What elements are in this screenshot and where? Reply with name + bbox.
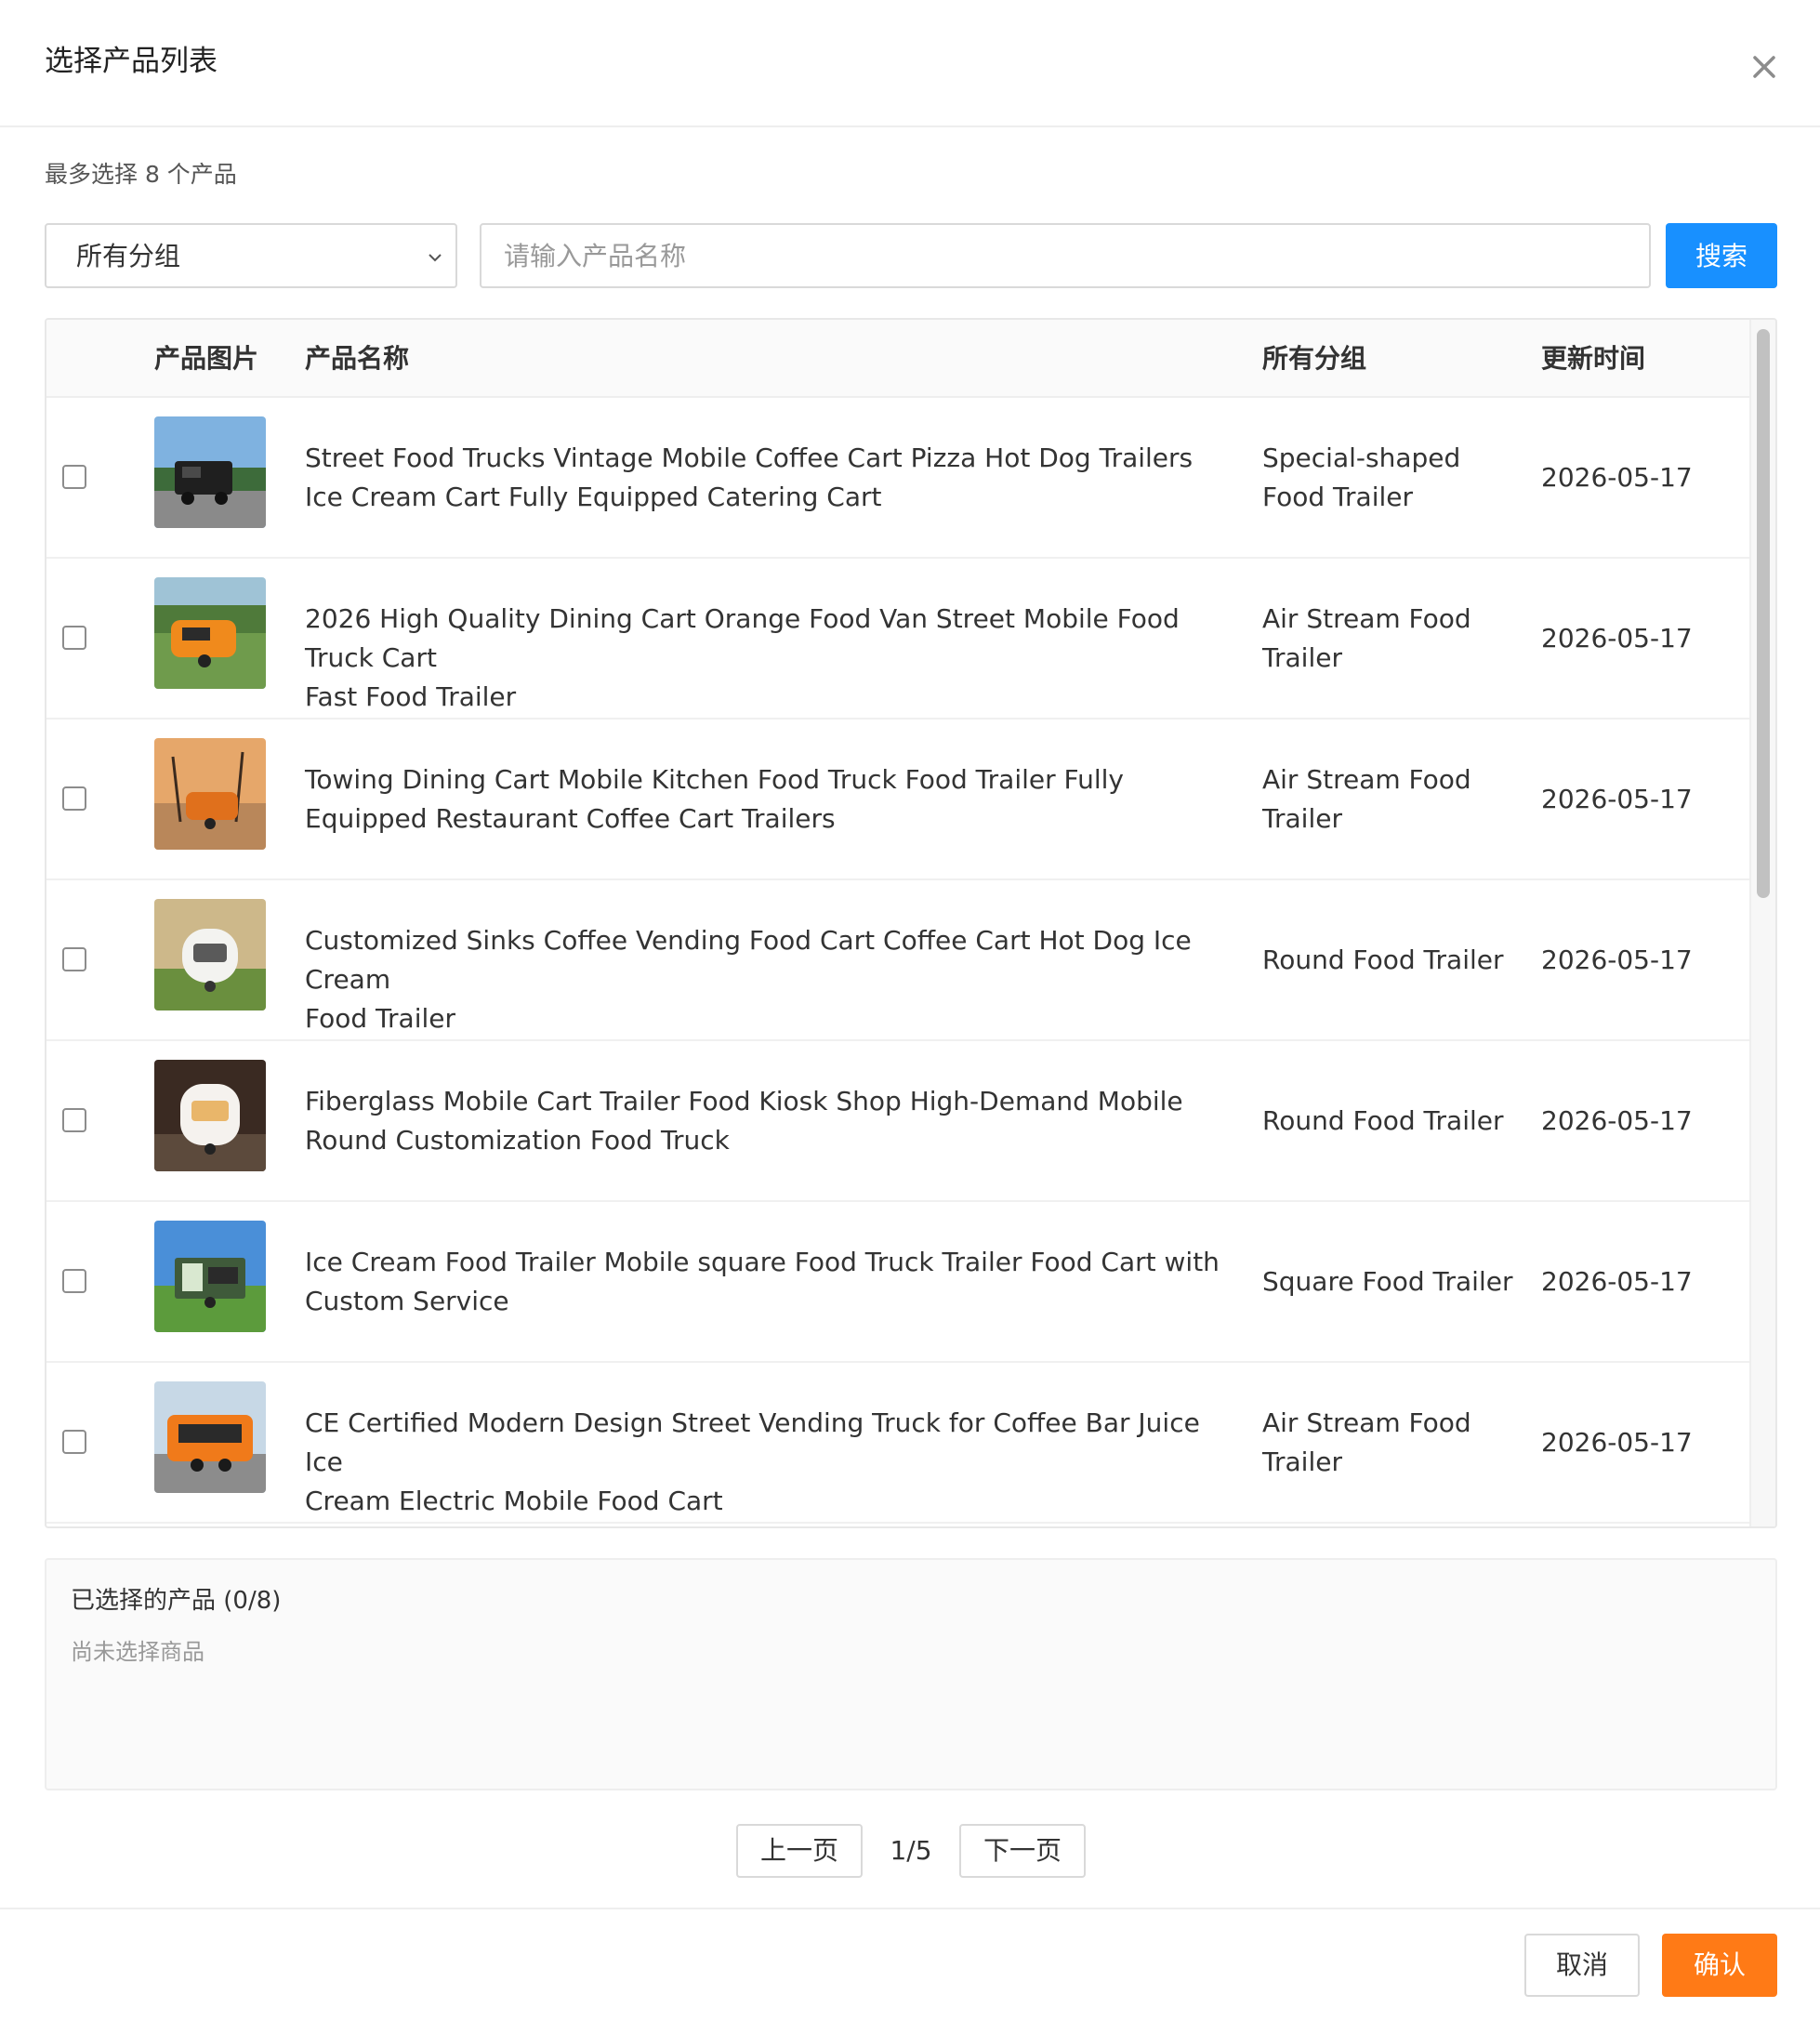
updated-date: 2026-05-17 [1541, 944, 1693, 975]
row-checkbox[interactable] [62, 1269, 86, 1293]
updated-date: 2026-05-17 [1541, 1105, 1693, 1136]
product-group: Square Food Trailer [1262, 1266, 1513, 1297]
dialog-footer: 取消 确认 [0, 1908, 1820, 2021]
table-row: Customized Sinks Coffee Vending Food Car… [46, 880, 1749, 1041]
product-group: Round Food Trailer [1262, 1105, 1504, 1136]
product-group: Round Food Trailer [1262, 944, 1504, 975]
product-name[interactable]: Ice Cream Food Trailer Mobile square Foo… [305, 1243, 1234, 1321]
product-thumbnail[interactable] [154, 899, 266, 1010]
product-thumbnail[interactable] [154, 738, 266, 850]
product-name[interactable]: CE Certified Modern Design Street Vendin… [305, 1404, 1234, 1521]
max-selection-hint: 最多选择 8 个产品 [45, 161, 237, 188]
table-body: Street Food Trucks Vintage Mobile Coffee… [46, 398, 1749, 1524]
next-page-button[interactable]: 下一页 [959, 1824, 1086, 1878]
dialog-header: 选择产品列表 [0, 0, 1820, 127]
table-row: 2026 High Quality Dining Cart Orange Foo… [46, 559, 1749, 720]
row-checkbox[interactable] [62, 1430, 86, 1454]
table-row: Towing Dining Cart Mobile Kitchen Food T… [46, 720, 1749, 880]
close-icon[interactable] [1746, 48, 1783, 86]
search-button[interactable]: 搜索 [1666, 223, 1777, 288]
updated-date: 2026-05-17 [1541, 462, 1693, 493]
cancel-button[interactable]: 取消 [1524, 1934, 1640, 1997]
table-scrollbar-thumb[interactable] [1757, 329, 1770, 898]
group-select[interactable]: 所有分组 [45, 223, 457, 288]
product-name[interactable]: Customized Sinks Coffee Vending Food Car… [305, 921, 1234, 1038]
chevron-down-icon [429, 254, 442, 262]
updated-date: 2026-05-17 [1541, 623, 1693, 654]
product-name[interactable]: Towing Dining Cart Mobile Kitchen Food T… [305, 760, 1234, 839]
prev-page-button[interactable]: 上一页 [736, 1824, 863, 1878]
table-row: CE Certified Modern Design Street Vendin… [46, 1363, 1749, 1524]
updated-date: 2026-05-17 [1541, 1427, 1693, 1458]
product-group: Special-shaped Food Trailer [1262, 443, 1461, 512]
select-products-dialog: 选择产品列表 最多选择 8 个产品 所有分组 搜索 产品图片 产品名称 所有分组… [0, 0, 1820, 2021]
row-checkbox[interactable] [62, 947, 86, 971]
product-name[interactable]: Street Food Trucks Vintage Mobile Coffee… [305, 439, 1234, 517]
row-checkbox[interactable] [62, 1108, 86, 1132]
product-group: Air Stream Food Trailer [1262, 603, 1471, 673]
header-updated-time: 更新时间 [1541, 343, 1646, 374]
header-product-group: 所有分组 [1262, 343, 1367, 374]
updated-date: 2026-05-17 [1541, 1266, 1693, 1297]
product-thumbnail[interactable] [154, 416, 266, 528]
product-name[interactable]: Fiberglass Mobile Cart Trailer Food Kios… [305, 1082, 1234, 1160]
updated-date: 2026-05-17 [1541, 784, 1693, 814]
header-product-name: 产品名称 [305, 343, 410, 374]
selected-products-panel: 已选择的产品 (0/8) 尚未选择商品 [45, 1558, 1777, 1790]
row-checkbox[interactable] [62, 626, 86, 650]
product-table: 产品图片 产品名称 所有分组 更新时间 Street Food Trucks V… [45, 318, 1777, 1528]
product-thumbnail[interactable] [154, 1381, 266, 1493]
header-product-image: 产品图片 [154, 343, 259, 374]
product-group: Air Stream Food Trailer [1262, 764, 1471, 834]
table-row: Ice Cream Food Trailer Mobile square Foo… [46, 1202, 1749, 1363]
confirm-button[interactable]: 确认 [1662, 1934, 1777, 1997]
product-thumbnail[interactable] [154, 577, 266, 689]
selected-products-empty-text: 尚未选择商品 [71, 1639, 204, 1665]
row-checkbox[interactable] [62, 786, 86, 811]
row-checkbox[interactable] [62, 465, 86, 489]
table-header: 产品图片 产品名称 所有分组 更新时间 [46, 320, 1749, 398]
product-thumbnail[interactable] [154, 1060, 266, 1171]
selected-products-title: 已选择的产品 (0/8) [71, 1587, 282, 1615]
table-row: Street Food Trucks Vintage Mobile Coffee… [46, 398, 1749, 559]
dialog-title: 选择产品列表 [45, 45, 218, 78]
table-row: Fiberglass Mobile Cart Trailer Food Kios… [46, 1041, 1749, 1202]
page-indicator: 1/5 [890, 1835, 932, 1866]
product-name[interactable]: 2026 High Quality Dining Cart Orange Foo… [305, 600, 1234, 717]
product-thumbnail[interactable] [154, 1221, 266, 1332]
group-select-value: 所有分组 [76, 241, 181, 271]
product-group: Air Stream Food Trailer [1262, 1407, 1471, 1477]
product-name-search-input[interactable] [480, 223, 1651, 288]
